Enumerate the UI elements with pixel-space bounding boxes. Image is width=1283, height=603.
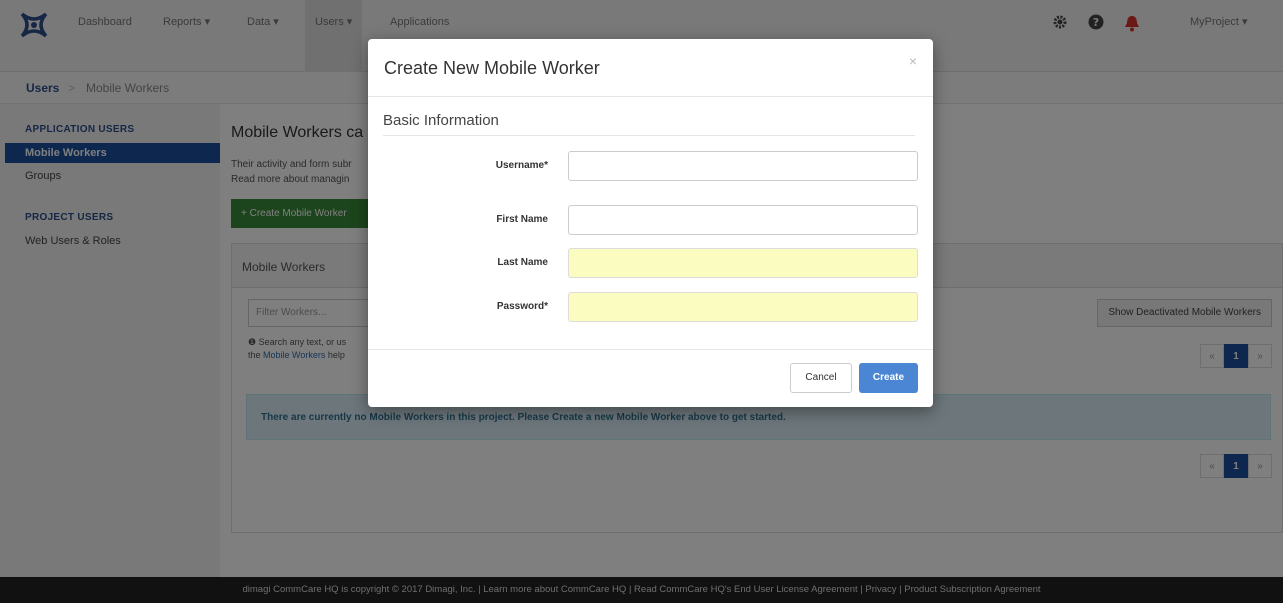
basic-information-legend: Basic Information — [383, 112, 915, 136]
create-mobile-worker-modal: Create New Mobile Worker × Basic Informa… — [368, 39, 933, 407]
modal-footer-divider — [368, 349, 933, 350]
first-name-label: First Name — [496, 214, 548, 225]
last-name-label: Last Name — [497, 257, 548, 268]
create-button[interactable]: Create — [859, 363, 918, 393]
password-label: Password* — [496, 301, 548, 312]
username-field[interactable] — [568, 151, 918, 181]
modal-header: Create New Mobile Worker × — [368, 39, 933, 97]
cancel-button[interactable]: Cancel — [790, 363, 852, 393]
first-name-field[interactable] — [568, 205, 918, 235]
modal-title: Create New Mobile Worker — [384, 58, 600, 78]
close-icon[interactable]: × — [909, 53, 917, 69]
username-label: Username* — [495, 160, 548, 171]
password-field[interactable] — [568, 292, 918, 322]
last-name-field[interactable] — [568, 248, 918, 278]
